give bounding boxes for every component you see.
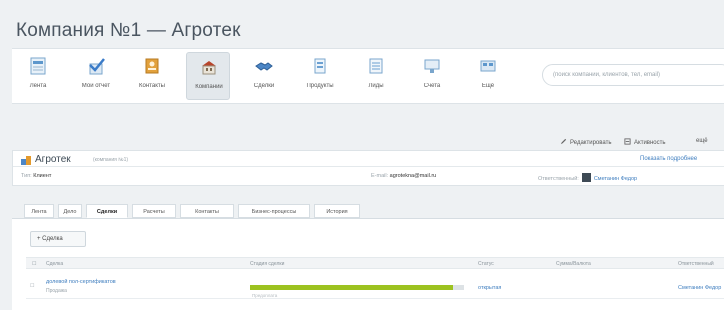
deal-responsible-link[interactable]: Сметанин Федор — [678, 285, 721, 291]
toolbar-item-leads[interactable]: Лиды — [354, 52, 398, 100]
column-header[interactable]: Ответственный — [678, 261, 714, 267]
edit-button[interactable]: Редактировать — [560, 138, 611, 146]
company-header-card: Агротек (компания №1) Показать подробнее… — [12, 150, 724, 186]
toolbar-label: Продукты — [306, 83, 334, 89]
toolbar-item-my-report[interactable]: Мой отчет — [74, 52, 118, 100]
toolbar-label: Компании — [195, 84, 223, 90]
company-subtitle: (компания №1) — [93, 157, 129, 163]
page-title: Компания №1 — Агротек — [16, 20, 241, 41]
company-email-field: E-mail: agrotekna@mail.ru — [371, 173, 436, 179]
more-actions-label: ещё — [696, 138, 708, 144]
company-icon — [21, 156, 31, 165]
activity-label: Активность — [634, 140, 666, 146]
company-responsible-field: Ответственный: Сметанин Федор — [538, 173, 637, 182]
deal-name-link[interactable]: долевой пол-сертификатов — [46, 279, 116, 285]
more-apps-icon — [480, 60, 496, 72]
tab-history[interactable]: История — [314, 204, 360, 218]
toolbar-item-contacts[interactable]: Контакты — [130, 52, 174, 100]
products-icon — [314, 58, 326, 74]
avatar — [581, 173, 591, 182]
invoice-icon — [424, 59, 440, 73]
tab-deals[interactable]: Сделки — [86, 204, 128, 218]
toolbar-label: Лиды — [368, 83, 384, 89]
pencil-icon — [560, 138, 567, 145]
edit-label: Редактировать — [570, 140, 612, 146]
activity-icon — [624, 138, 631, 145]
handshake-icon — [255, 62, 273, 71]
title-bar: Компания №1 — Агротек — [0, 0, 724, 46]
activity-button[interactable]: Активность — [624, 138, 666, 146]
leads-icon — [369, 58, 383, 74]
deal-stage-label: Предоплата — [252, 293, 278, 298]
toolbar-item-feed[interactable]: Лента — [16, 52, 60, 100]
company-type-field: Тип: Клиент — [21, 173, 51, 179]
responsible-label: Ответственный: — [538, 176, 579, 182]
table-header: ☐ Сделка Стадия сделки Статус Сумма/Валю… — [26, 257, 724, 269]
email-value[interactable]: agrotekna@mail.ru — [390, 173, 437, 179]
deal-stage-fill — [250, 285, 454, 290]
toolbar-label: Мой отчет — [81, 83, 111, 89]
header-divider — [13, 166, 724, 167]
toolbar-item-deals[interactable]: Сделки — [242, 52, 286, 100]
toolbar-item-more[interactable]: Ещё — [466, 52, 510, 100]
tab-feed[interactable]: Лента — [24, 204, 54, 218]
table-row[interactable]: ☐ долевой пол-сертификатов Продажа Предо… — [26, 273, 724, 299]
news-feed-icon — [30, 57, 46, 75]
column-header[interactable]: Статус — [478, 261, 494, 267]
deal-stage-progress[interactable] — [250, 285, 464, 290]
show-more-link[interactable]: Показать подробнее — [640, 156, 697, 162]
deals-panel: + Сделка ☐ Сделка Стадия сделки Статус С… — [12, 218, 724, 310]
type-value: Клиент — [33, 173, 52, 179]
type-label: Тип: — [21, 173, 32, 179]
toolbar-item-products[interactable]: Продукты — [298, 52, 342, 100]
tab-activity[interactable]: Дело — [58, 204, 82, 218]
contact-card-icon — [145, 58, 159, 74]
toolbar-label: Сделки — [253, 83, 275, 89]
toolbar-label: Контакты — [139, 83, 165, 89]
toolbar-label: Ещё — [481, 83, 495, 89]
toolbar-label: Счета — [423, 83, 441, 89]
company-building-icon — [202, 61, 216, 75]
column-header[interactable]: Стадия сделки — [250, 261, 284, 267]
toolbar-item-invoices[interactable]: Счета — [410, 52, 454, 100]
more-actions-button[interactable]: ещё — [696, 138, 708, 144]
tab-business-processes[interactable]: Бизнес-процессы — [238, 204, 310, 218]
column-header[interactable]: Сделка — [46, 261, 63, 267]
tab-calculations[interactable]: Расчеты — [132, 204, 176, 218]
tab-contacts[interactable]: Контакты — [180, 204, 234, 218]
add-deal-button[interactable]: + Сделка — [30, 231, 86, 247]
select-all-checkbox[interactable]: ☐ — [32, 261, 36, 267]
toolbar-label: Лента — [29, 83, 47, 89]
company-name: Агротек — [35, 154, 71, 165]
toolbar-item-companies[interactable]: Компании — [186, 52, 230, 100]
main-toolbar: Лента Мой отчет Контакты Компании Сделки… — [12, 48, 724, 104]
deal-status[interactable]: открытая — [478, 285, 501, 291]
deal-type: Продажа — [46, 288, 67, 294]
report-check-icon — [89, 58, 105, 75]
responsible-link[interactable]: Сметанин Федор — [594, 176, 637, 182]
column-header[interactable]: Сумма/Валюта — [556, 261, 591, 267]
email-label: E-mail: — [371, 173, 389, 179]
search-input[interactable]: (поиск компании, клиентов, тел, email) — [542, 64, 724, 86]
row-checkbox[interactable]: ☐ — [30, 283, 34, 289]
